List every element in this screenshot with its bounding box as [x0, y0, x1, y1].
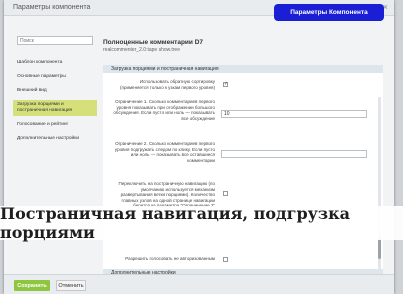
save-button[interactable]: Сохранить — [14, 280, 50, 291]
field-label: Ограничение 2. Сколько комментариев перв… — [114, 141, 215, 163]
limit-2-input[interactable] — [221, 150, 367, 158]
limit-1-input[interactable]: 10 — [221, 110, 367, 118]
reverse-sort-checkbox[interactable] — [223, 81, 228, 87]
params-panel: Загрузка порциями и постраничная навигац… — [103, 65, 383, 294]
page-nav-checkbox[interactable] — [223, 191, 228, 196]
component-params-dialog: Параметры компонента × Шаблон компонента… — [4, 0, 394, 294]
caption-banner: Постраничная навигация, подгрузка порция… — [0, 204, 403, 242]
sidebar-item-appearance[interactable]: Внешний вид — [13, 86, 97, 96]
section-header-pagination: Загрузка порциями и постраничная навигац… — [103, 65, 383, 73]
sidebar-item-pagination[interactable]: Загрузка порциями и постраничная навигац… — [13, 100, 97, 116]
sidebar-item-additional[interactable]: Дополнительные настройки — [13, 134, 97, 144]
field-anon-vote: Разрешить голосовать не авторизованным — [103, 256, 383, 264]
component-title: Полноценные комментарии D7 — [103, 39, 204, 46]
field-limit-2: Ограничение 2. Сколько комментариев перв… — [103, 141, 383, 171]
field-label: Разрешить голосовать не авторизованным — [125, 256, 215, 261]
anon-vote-checkbox[interactable] — [223, 257, 228, 262]
search-input[interactable] — [17, 36, 93, 45]
sidebar-item-main-params[interactable]: Основные параметры — [13, 72, 97, 82]
dialog-footer: Сохранить Отменить — [4, 274, 394, 294]
window-title: Параметры компонента — [13, 4, 91, 11]
sidebar-item-voting[interactable]: Голосование и рейтинг — [13, 120, 97, 130]
field-limit-1: Ограничение 1. Сколько комментариев перв… — [103, 99, 383, 129]
field-label: Ограничение 1. Сколько комментариев перв… — [113, 99, 215, 121]
field-label: Использовать обратную сортировку (примен… — [120, 79, 215, 90]
field-reverse-sort: Использовать обратную сортировку (примен… — [103, 79, 383, 93]
component-subtitle: realcommenter_2.0:tape show.tree — [103, 47, 180, 53]
component-params-badge: Параметры Компонента — [274, 4, 384, 21]
cancel-button[interactable]: Отменить — [56, 280, 86, 291]
scrollbar[interactable] — [378, 97, 381, 294]
sidebar: Шаблон компонента Основные параметры Вне… — [13, 36, 97, 148]
sidebar-item-template[interactable]: Шаблон компонента — [13, 58, 97, 68]
